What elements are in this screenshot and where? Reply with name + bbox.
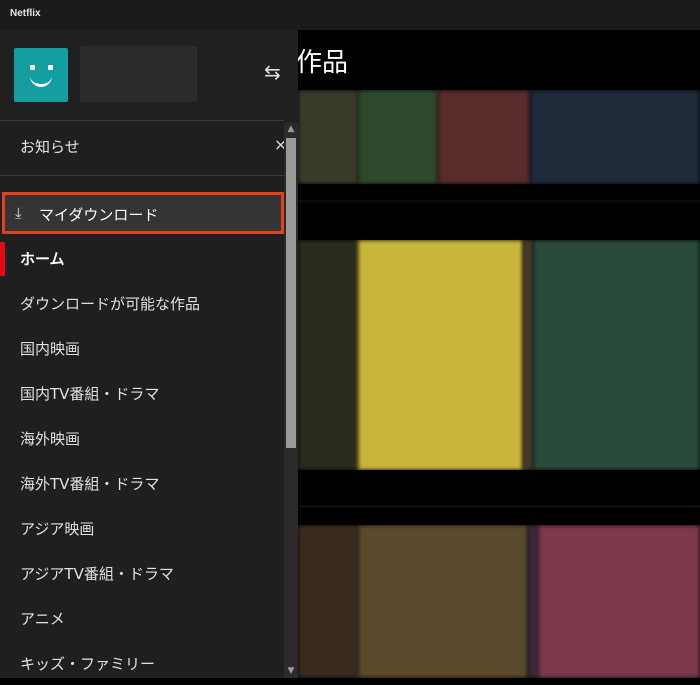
profile-avatar[interactable]	[14, 48, 68, 102]
sidebar-item-asian-tv[interactable]: アジアTV番組・ドラマ	[0, 551, 284, 595]
scroll-up-arrow-icon[interactable]: ▲	[284, 122, 298, 136]
sidebar-item-label: 国内TV番組・ドラマ	[20, 385, 160, 403]
sidebar-item-label: 海外TV番組・ドラマ	[20, 475, 160, 493]
avatar-smile	[30, 73, 52, 87]
sidebar-item-label: アジアTV番組・ドラマ	[20, 565, 174, 583]
title-tile[interactable]	[528, 525, 538, 678]
title-tile[interactable]	[533, 240, 700, 470]
sidebar-item-label: ホーム	[20, 250, 65, 268]
scroll-thumb[interactable]	[286, 138, 296, 448]
notifications-row[interactable]: お知らせ ×	[0, 122, 287, 168]
content-row-1	[298, 90, 700, 184]
title-bar: Netflix	[0, 0, 700, 30]
profile-name[interactable]	[80, 46, 197, 102]
avatar-eye	[48, 65, 53, 70]
active-indicator	[0, 242, 5, 276]
scroll-down-arrow-icon[interactable]: ▼	[284, 664, 298, 678]
notifications-label: お知らせ	[20, 138, 80, 156]
content-row-2	[298, 240, 700, 470]
title-tile[interactable]	[298, 90, 358, 184]
title-tile[interactable]	[358, 525, 528, 678]
my-downloads-label: マイダウンロード	[39, 206, 159, 224]
title-tile[interactable]	[298, 525, 358, 678]
avatar-eye	[30, 65, 35, 70]
row-separator	[298, 200, 700, 203]
divider	[0, 120, 284, 121]
content-row-3	[298, 525, 700, 678]
sidebar-item-foreign-tv[interactable]: 海外TV番組・ドラマ	[0, 461, 284, 505]
sidebar-item-label: キッズ・ファミリー	[20, 655, 156, 673]
title-tile[interactable]	[538, 525, 700, 678]
sidebar-item-kids-family[interactable]: キッズ・ファミリー	[0, 641, 284, 685]
navigation-sidebar: ⇆ お知らせ × ⤓ マイダウンロード ホーム ダウンロードが可能な作品 国内映…	[0, 30, 298, 678]
title-tile[interactable]	[358, 240, 523, 470]
sidebar-item-label: アジア映画	[20, 520, 95, 538]
title-tile[interactable]	[530, 90, 700, 184]
title-tile[interactable]	[298, 240, 358, 470]
app-title: Netflix	[10, 8, 41, 19]
divider	[0, 175, 284, 176]
sidebar-item-foreign-movies[interactable]: 海外映画	[0, 416, 284, 460]
sidebar-item-asian-movies[interactable]: アジア映画	[0, 506, 284, 550]
sidebar-item-label: 国内映画	[20, 340, 81, 358]
title-tile[interactable]	[438, 90, 530, 184]
switch-profile-icon[interactable]: ⇆	[264, 60, 281, 84]
sidebar-item-downloadable[interactable]: ダウンロードが可能な作品	[0, 281, 284, 325]
sidebar-item-anime[interactable]: アニメ	[0, 596, 284, 640]
section-title: 作品	[296, 48, 349, 78]
download-icon: ⤓	[15, 204, 22, 222]
sidebar-item-domestic-tv[interactable]: 国内TV番組・ドラマ	[0, 371, 284, 415]
sidebar-item-label: アニメ	[20, 610, 65, 628]
sidebar-scrollbar[interactable]: ▲ ▼	[284, 122, 298, 678]
title-tile[interactable]	[523, 240, 533, 470]
sidebar-item-domestic-movies[interactable]: 国内映画	[0, 326, 284, 370]
profile-area: ⇆	[0, 30, 298, 120]
title-tile[interactable]	[358, 90, 438, 184]
sidebar-item-label: ダウンロードが可能な作品	[20, 295, 201, 313]
row-separator	[298, 505, 700, 508]
sidebar-item-home[interactable]: ホーム	[0, 236, 284, 280]
my-downloads-item[interactable]: ⤓ マイダウンロード	[2, 192, 284, 234]
sidebar-item-label: 海外映画	[20, 430, 81, 448]
